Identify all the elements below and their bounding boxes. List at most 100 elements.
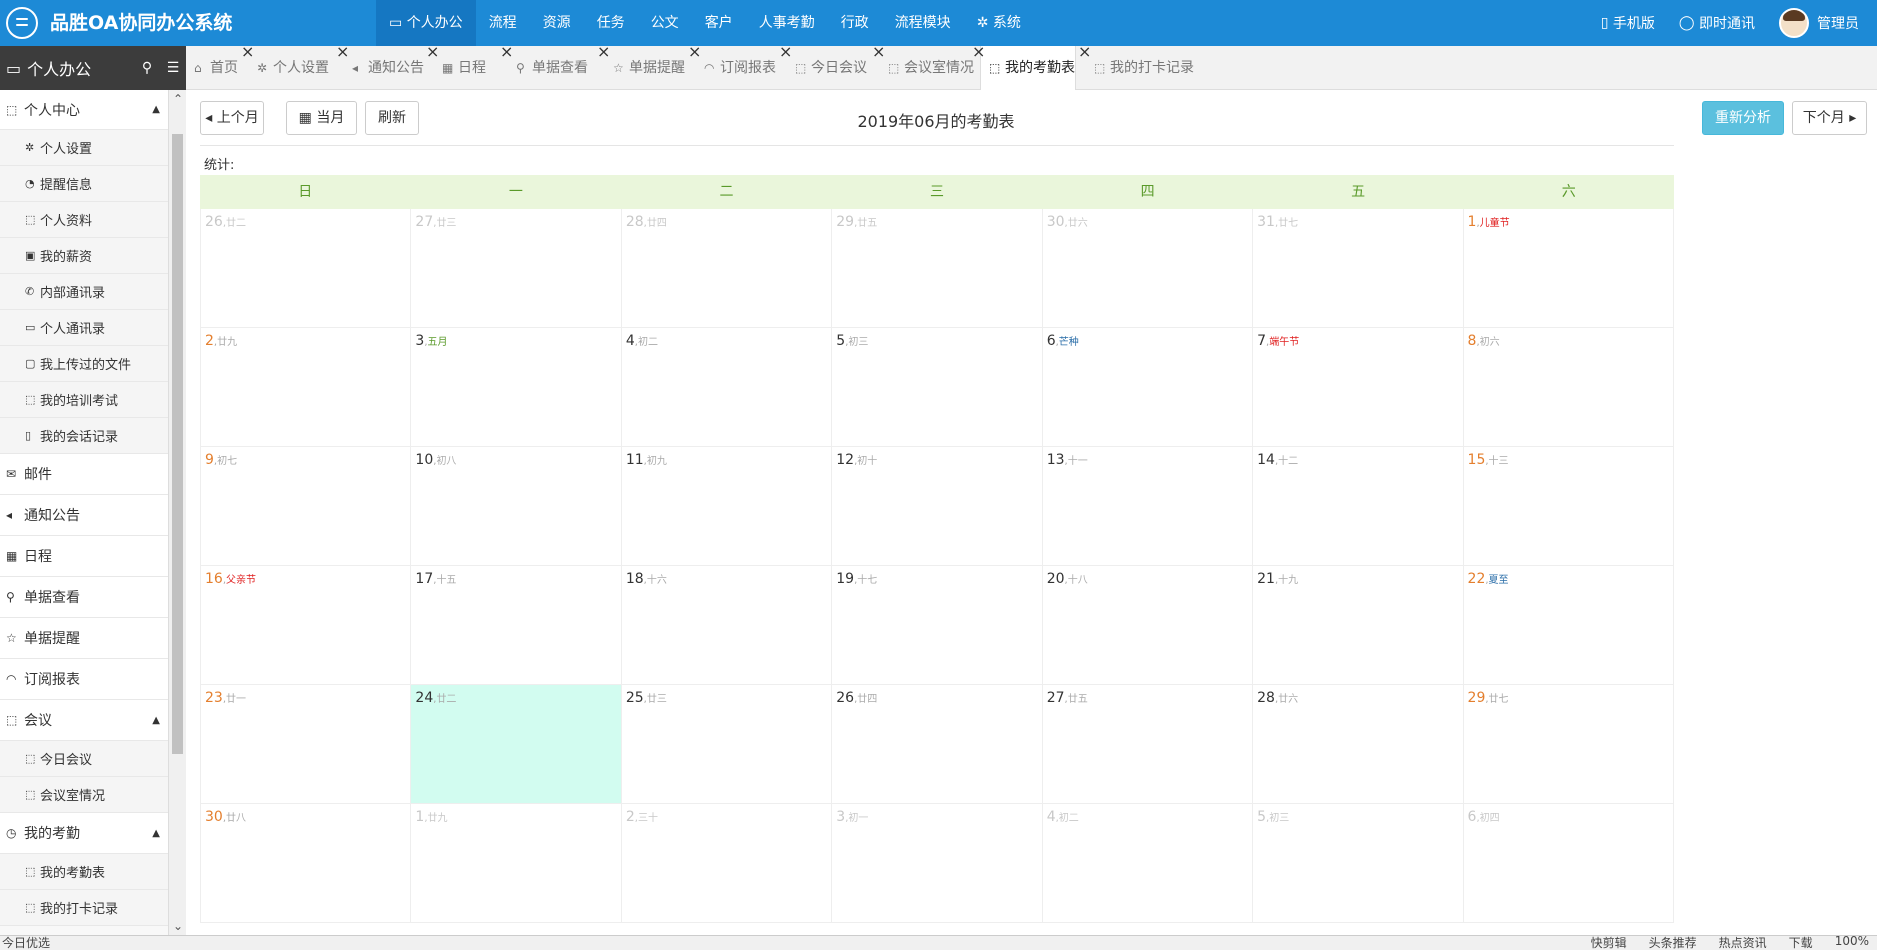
tab-1[interactable]: ✲ 个人设置 <box>249 46 329 90</box>
calendar-day-cell[interactable]: 4,初二 <box>1042 804 1254 923</box>
sidebar-item[interactable]: ◷ 我的考勤 ▲ <box>0 813 168 854</box>
sidebar-item[interactable]: ✆ 内部通讯录 <box>0 274 168 310</box>
sidebar-item[interactable]: ⬚ 会议室情况 <box>0 777 168 813</box>
calendar-day-cell[interactable]: 24,廿二 <box>411 685 622 804</box>
calendar-day-cell[interactable]: 4,初二 <box>621 328 833 447</box>
sidebar-item[interactable]: ◠ 订阅报表 <box>0 659 168 700</box>
calendar-day-cell[interactable]: 1,廿九 <box>411 804 622 923</box>
reanalyze-button[interactable]: 重新分析 <box>1702 101 1784 135</box>
close-icon[interactable]: × <box>336 44 349 60</box>
calendar-day-cell[interactable]: 8,初六 <box>1463 328 1674 447</box>
mobile-link[interactable]: ▯ 手机版 <box>1601 13 1655 33</box>
calendar-day-cell[interactable]: 29,廿七 <box>1463 685 1674 804</box>
calendar-day-cell[interactable]: 6,初四 <box>1463 804 1674 923</box>
calendar-day-cell[interactable]: 10,初八 <box>411 447 622 566</box>
sidebar-item[interactable]: ⬚ 我的培训考试 <box>0 382 168 418</box>
sidebar-item[interactable]: ▢ 我上传过的文件 <box>0 346 168 382</box>
tab-10[interactable]: ⬚ 我的打卡记录 <box>1086 46 1194 90</box>
status-item[interactable]: 热点资讯 <box>1719 936 1767 950</box>
nav-item-2[interactable]: 资源 <box>530 0 584 46</box>
tab-0[interactable]: ⌂ 首页 <box>186 46 238 90</box>
sidebar-item[interactable]: ⬚ 个人资料 <box>0 202 168 238</box>
search-icon[interactable]: ⚲ <box>134 60 160 76</box>
sidebar-item[interactable]: ✉ 邮件 <box>0 454 168 495</box>
close-icon[interactable]: × <box>426 44 439 60</box>
calendar-day-cell[interactable]: 15,十三 <box>1463 447 1674 566</box>
tab-2[interactable]: ◂ 通知公告 <box>344 46 424 90</box>
sidebar-item[interactable]: ☆ 单据提醒 <box>0 618 168 659</box>
nav-item-9[interactable]: ✲ 系统 <box>964 0 1034 46</box>
calendar-day-cell[interactable]: 3,五月 <box>411 328 622 447</box>
calendar-day-cell[interactable]: 1,儿童节 <box>1463 209 1674 328</box>
calendar-day-cell[interactable]: 2,廿九 <box>200 328 412 447</box>
calendar-day-cell[interactable]: 5,初三 <box>1253 804 1464 923</box>
calendar-day-cell[interactable]: 26,廿二 <box>200 209 412 328</box>
scroll-thumb[interactable] <box>172 134 183 754</box>
close-icon[interactable]: × <box>779 44 792 60</box>
status-item[interactable]: 下载 <box>1789 936 1813 950</box>
close-icon[interactable]: × <box>241 44 254 60</box>
calendar-day-cell[interactable]: 23,廿一 <box>200 685 412 804</box>
sidebar-item[interactable]: ⬚ 会议 ▲ <box>0 700 168 741</box>
calendar-day-cell[interactable]: 26,廿四 <box>832 685 1043 804</box>
calendar-day-cell[interactable]: 18,十六 <box>621 566 833 685</box>
calendar-day-cell[interactable]: 20,十八 <box>1042 566 1254 685</box>
next-month-button[interactable]: 下个月 ▸ <box>1792 101 1867 135</box>
close-icon[interactable]: × <box>500 44 513 60</box>
status-item[interactable]: 快剪辑 <box>1591 936 1627 950</box>
calendar-day-cell[interactable]: 27,廿五 <box>1042 685 1254 804</box>
nav-item-7[interactable]: 行政 <box>828 0 882 46</box>
calendar-day-cell[interactable]: 30,廿八 <box>200 804 412 923</box>
sidebar-item[interactable]: ◔ 提醒信息 <box>0 166 168 202</box>
tab-4[interactable]: ⚲ 单据查看 <box>508 46 588 90</box>
tab-6[interactable]: ◠ 订阅报表 <box>696 46 776 90</box>
calendar-day-cell[interactable]: 16,父亲节 <box>200 566 412 685</box>
calendar-day-cell[interactable]: 21,十九 <box>1253 566 1464 685</box>
sidebar-item[interactable]: ⬚ 我的考勤表 <box>0 854 168 890</box>
sidebar-item[interactable]: ▣ 我的薪资 <box>0 238 168 274</box>
calendar-day-cell[interactable]: 30,廿六 <box>1042 209 1254 328</box>
calendar-day-cell[interactable]: 7,端午节 <box>1253 328 1464 447</box>
calendar-day-cell[interactable]: 28,廿六 <box>1253 685 1464 804</box>
nav-item-3[interactable]: 任务 <box>584 0 638 46</box>
calendar-day-cell[interactable]: 3,初一 <box>832 804 1043 923</box>
nav-item-1[interactable]: 流程 <box>476 0 530 46</box>
calendar-day-cell[interactable]: 5,初三 <box>832 328 1043 447</box>
calendar-day-cell[interactable]: 19,十七 <box>832 566 1043 685</box>
sidebar-item[interactable]: ▦ 日程 <box>0 536 168 577</box>
close-icon[interactable]: × <box>872 44 885 60</box>
nav-item-4[interactable]: 公文 <box>638 0 692 46</box>
tab-9[interactable]: ⬚ 我的考勤表 <box>980 46 1076 91</box>
nav-item-6[interactable]: 人事考勤 <box>746 0 828 46</box>
calendar-day-cell[interactable]: 17,十五 <box>411 566 622 685</box>
close-icon[interactable]: × <box>597 44 610 60</box>
calendar-day-cell[interactable]: 28,廿四 <box>621 209 833 328</box>
menu-icon[interactable]: ☰ <box>160 60 186 76</box>
calendar-day-cell[interactable]: 6,芒种 <box>1042 328 1254 447</box>
calendar-day-cell[interactable]: 22,夏至 <box>1463 566 1674 685</box>
nav-item-8[interactable]: 流程模块 <box>882 0 964 46</box>
sidebar-item[interactable]: ▯ 我的会话记录 <box>0 418 168 454</box>
scroll-down-icon[interactable]: ⌄ <box>169 919 186 933</box>
tab-3[interactable]: ▦ 日程 <box>434 46 486 90</box>
close-icon[interactable]: × <box>688 44 701 60</box>
nav-item-5[interactable]: 客户 <box>692 0 746 46</box>
calendar-day-cell[interactable]: 2,三十 <box>621 804 833 923</box>
sidebar-scrollbar[interactable]: ⌃ ⌄ <box>168 90 186 935</box>
calendar-day-cell[interactable]: 13,十一 <box>1042 447 1254 566</box>
sidebar-item[interactable]: ⬚ 我的打卡记录 <box>0 890 168 926</box>
tab-7[interactable]: ⬚ 今日会议 <box>787 46 867 90</box>
close-icon[interactable]: × <box>1078 44 1091 60</box>
sidebar-item[interactable]: ✲ 个人设置 <box>0 130 168 166</box>
app-logo[interactable]: 品胜OA协同办公系统 <box>6 7 232 39</box>
calendar-day-cell[interactable]: 27,廿三 <box>411 209 622 328</box>
status-item[interactable]: 头条推荐 <box>1649 936 1697 950</box>
scroll-up-icon[interactable]: ⌃ <box>169 92 186 106</box>
calendar-day-cell[interactable]: 25,廿三 <box>621 685 833 804</box>
tab-5[interactable]: ☆ 单据提醒 <box>605 46 685 90</box>
calendar-day-cell[interactable]: 12,初十 <box>832 447 1043 566</box>
user-menu[interactable]: 管理员 <box>1779 8 1859 38</box>
tab-8[interactable]: ⬚ 会议室情况 <box>880 46 974 90</box>
nav-item-0[interactable]: ▭ 个人办公 <box>376 0 476 46</box>
sidebar-item[interactable]: ▭ 个人通讯录 <box>0 310 168 346</box>
